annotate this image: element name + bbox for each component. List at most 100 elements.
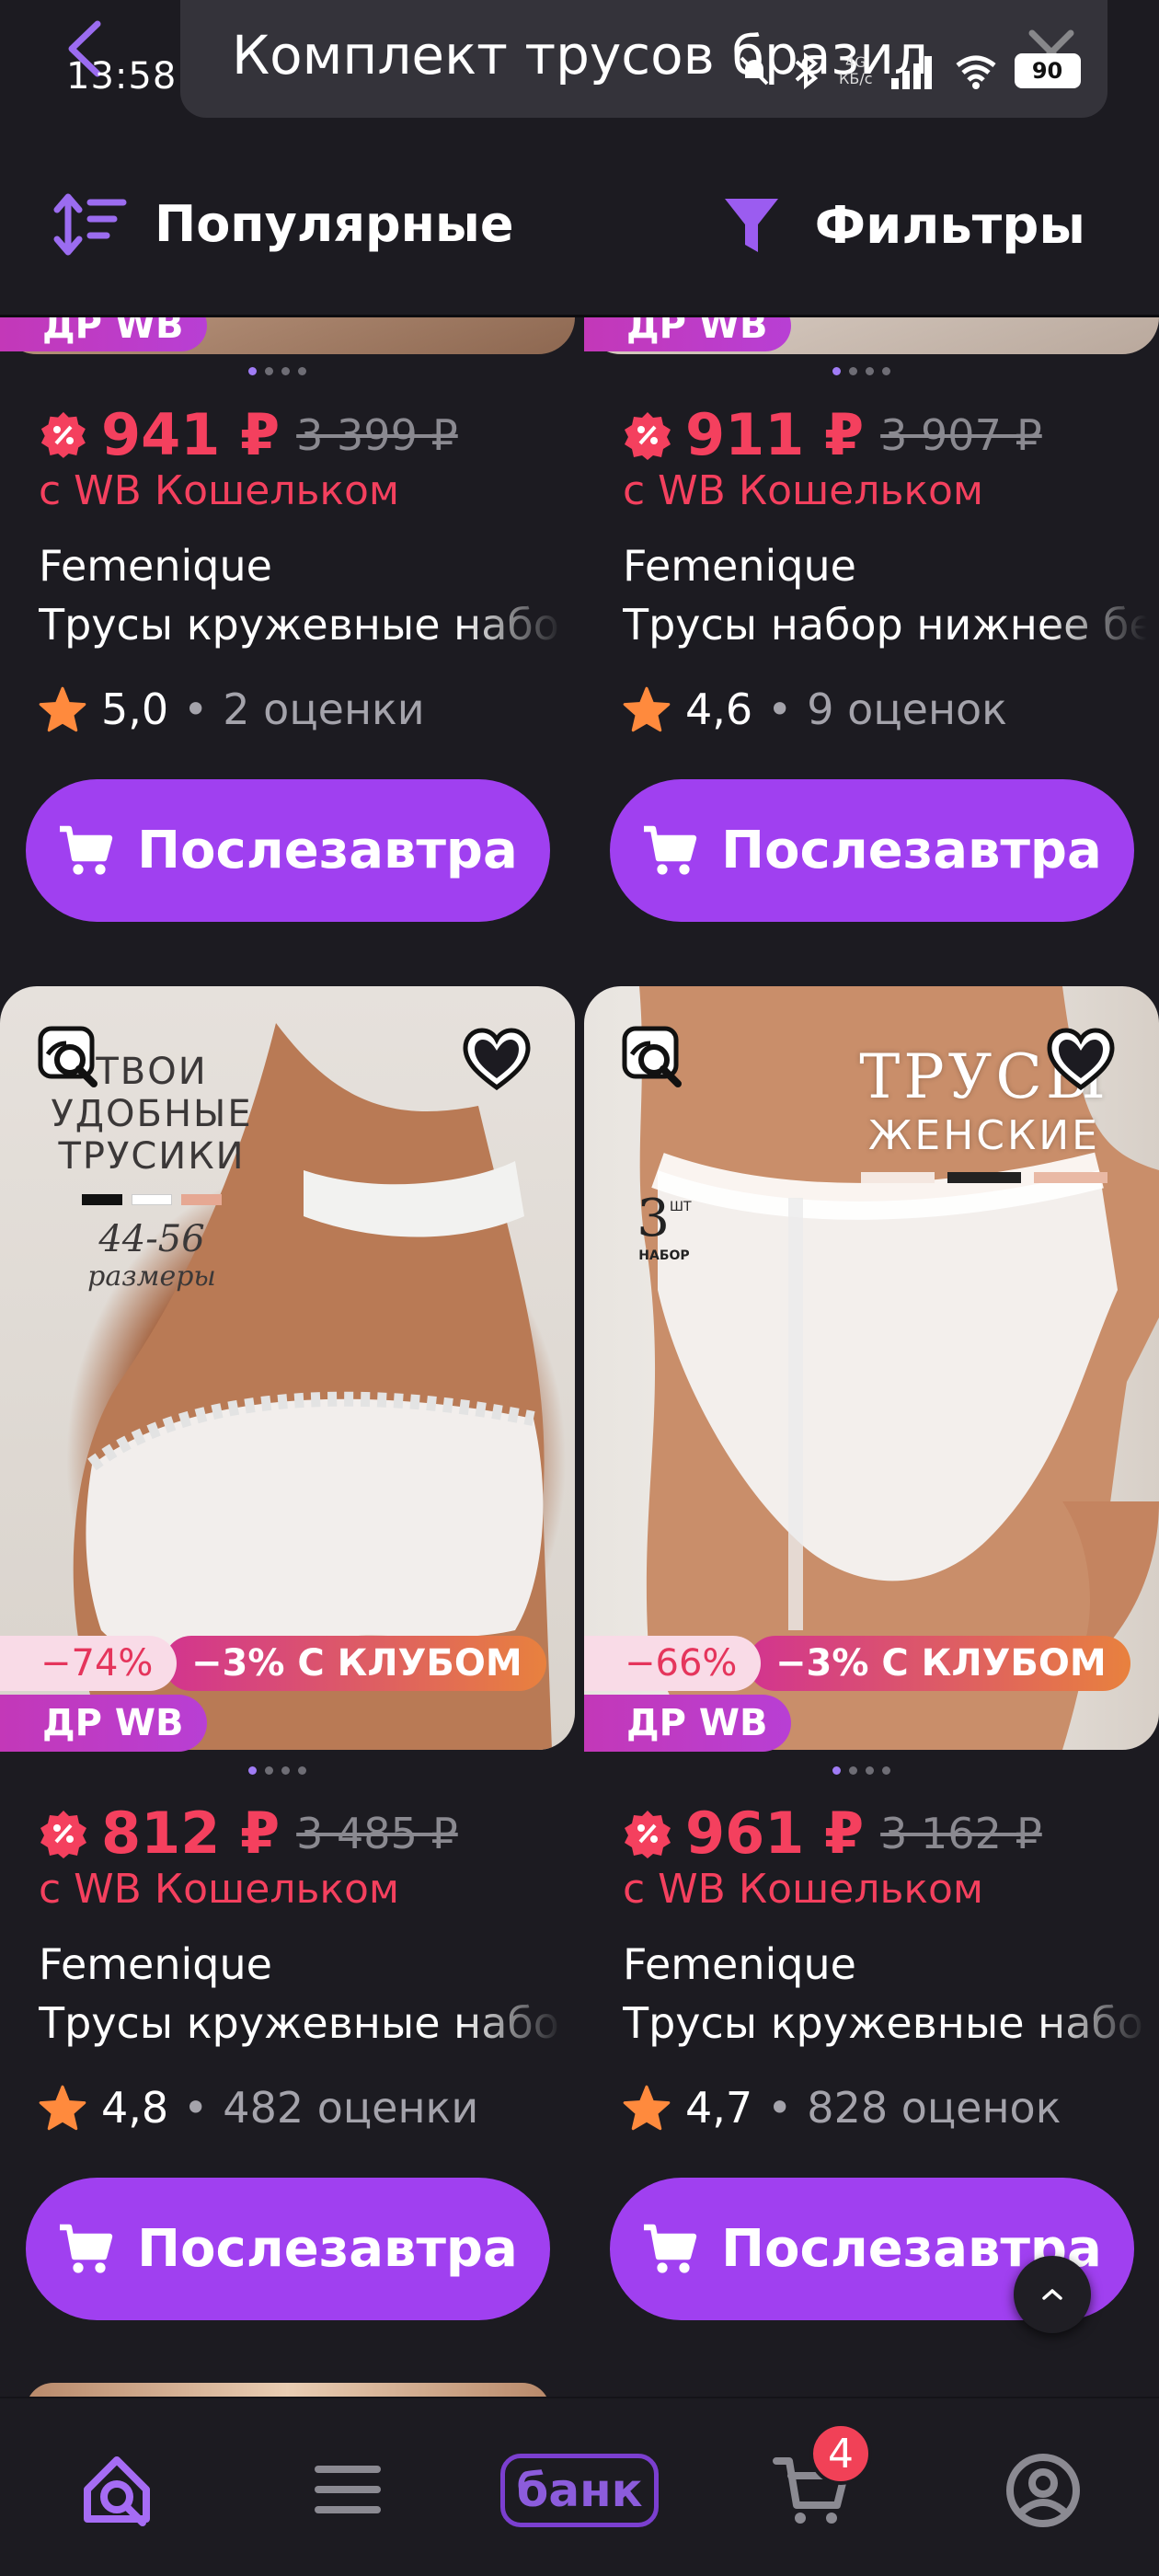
image-pager-dots xyxy=(248,1766,306,1775)
sort-icon xyxy=(53,193,127,256)
wallet-label: с WB Кошельком xyxy=(623,467,984,514)
sort-filter-bar: Популярные Фильтры xyxy=(0,175,1159,276)
old-price: 3 907 ₽ xyxy=(880,409,1042,460)
brand-name: Femenique xyxy=(623,1939,856,1989)
wallet-label: с WB Кошельком xyxy=(39,1866,400,1913)
product-card[interactable]: ТРУСЫ ЖЕНСКИЕ 3 ШТ НАБОР −66% −3% С КЛУБО… xyxy=(584,986,1159,1759)
price: 941 ₽ xyxy=(101,401,281,468)
product-title[interactable]: Трусы кружевные набор xyxy=(39,1998,563,2048)
star-icon xyxy=(39,2085,86,2131)
brand-name: Femenique xyxy=(623,541,856,591)
club-discount-badge: −3% С КЛУБОМ xyxy=(748,1636,1130,1691)
pack-count-caption: 3 ШТ НАБОР xyxy=(637,1189,692,1263)
wallet-label: с WB Кошельком xyxy=(39,467,400,514)
battery-indicator: 90 xyxy=(1014,53,1081,88)
dr-wb-badge: ДР WB xyxy=(0,1695,208,1752)
nav-profile[interactable] xyxy=(997,2444,1089,2536)
rating-row: 4,8 • 482 оценки xyxy=(39,2083,478,2133)
old-price: 3 399 ₽ xyxy=(296,409,458,460)
sort-button[interactable]: Популярные xyxy=(53,191,513,256)
old-price: 3 485 ₽ xyxy=(296,1808,458,1858)
image-pager-dots xyxy=(832,1766,890,1775)
bottom-navigation: банк 4 xyxy=(0,2397,1159,2576)
star-icon xyxy=(39,686,86,732)
add-to-cart-button[interactable]: Послезавтра xyxy=(610,779,1134,922)
review-count: 2 оценки xyxy=(223,684,425,734)
wifi-icon xyxy=(955,55,996,89)
cart-icon xyxy=(60,2224,113,2273)
product-title[interactable]: Трусы набор нижнее белье xyxy=(623,600,1147,650)
old-price: 3 162 ₽ xyxy=(880,1808,1042,1858)
menu-icon xyxy=(315,2466,381,2513)
star-icon xyxy=(623,686,671,732)
sort-label: Популярные xyxy=(155,194,514,253)
image-pager-dots xyxy=(832,367,890,375)
system-icons: 4G КБ/с 90 xyxy=(736,48,1081,94)
add-to-cart-button[interactable]: Послезавтра xyxy=(26,779,550,922)
product-card[interactable]: ТВОИ УДОБНЫЕ ТРУСИКИ 44-56 размеры −74% … xyxy=(0,986,575,1759)
nav-home[interactable] xyxy=(72,2444,164,2536)
visual-search-icon[interactable] xyxy=(621,1025,691,1095)
cart-icon xyxy=(644,825,697,875)
brand-name: Femenique xyxy=(39,1939,272,1989)
cart-icon xyxy=(644,2224,697,2273)
rating-row: 4,6 • 9 оценок xyxy=(623,684,1007,734)
nav-catalog[interactable] xyxy=(302,2444,394,2536)
profile-icon xyxy=(1006,2454,1080,2527)
price-row: 941 ₽ 3 399 ₽ xyxy=(39,401,458,468)
header-divider xyxy=(0,315,1159,317)
rating-row: 5,0 • 2 оценки xyxy=(39,684,425,734)
rating-value: 4,7 xyxy=(685,2083,753,2133)
favorite-heart-icon[interactable] xyxy=(462,1027,532,1097)
scroll-to-top-button[interactable] xyxy=(1014,2256,1091,2333)
product-title[interactable]: Трусы кружевные набор xyxy=(39,600,563,650)
brand-name: Femenique xyxy=(39,541,272,591)
image-pager-dots xyxy=(248,367,306,375)
price-row: 911 ₽ 3 907 ₽ xyxy=(623,401,1042,468)
price-row: 812 ₽ 3 485 ₽ xyxy=(39,1800,458,1867)
product-title[interactable]: Трусы кружевные набор xyxy=(623,1998,1147,2048)
sale-badge-icon xyxy=(40,411,86,458)
rating-value: 5,0 xyxy=(101,684,169,734)
app-header: 13:58 Комплект трусов бразил 4G КБ/с 90 … xyxy=(0,0,1159,317)
chevron-up-icon xyxy=(1042,2289,1062,2300)
signal-icon xyxy=(890,56,932,89)
status-time: 13:58 xyxy=(66,55,178,98)
star-icon xyxy=(623,2085,671,2131)
price: 911 ₽ xyxy=(685,401,865,468)
filter-funnel-icon xyxy=(724,199,778,252)
rating-row: 4,7 • 828 оценок xyxy=(623,2083,1061,2133)
visual-search-icon[interactable] xyxy=(37,1025,107,1095)
dr-wb-badge: ДР WB xyxy=(584,1695,792,1752)
status-bar: 13:58 Комплект трусов бразил 4G КБ/с 90 xyxy=(0,0,1159,138)
review-count: 828 оценок xyxy=(807,2083,1061,2133)
bluetooth-icon xyxy=(795,52,819,89)
add-to-cart-button[interactable]: Послезавтра xyxy=(26,2178,550,2320)
sale-badge-icon xyxy=(625,411,671,460)
cart-icon xyxy=(60,825,113,875)
filter-button[interactable]: Фильтры xyxy=(721,193,1085,258)
price-row: 961 ₽ 3 162 ₽ xyxy=(623,1800,1042,1867)
sale-badge-icon xyxy=(625,1810,671,1858)
cart-count-badge: 4 xyxy=(809,2422,872,2485)
discount-badge: −66% xyxy=(584,1636,762,1691)
nav-bank[interactable]: банк xyxy=(499,2444,660,2536)
home-search-icon xyxy=(84,2456,150,2526)
club-discount-badge: −3% С КЛУБОМ xyxy=(164,1636,546,1691)
network-speed: 4G КБ/с xyxy=(839,53,873,87)
delivery-label: Послезавтра xyxy=(137,821,518,880)
price: 961 ₽ xyxy=(685,1800,865,1867)
review-count: 9 оценок xyxy=(807,684,1007,734)
rating-value: 4,8 xyxy=(101,2083,169,2133)
rating-value: 4,6 xyxy=(685,684,753,734)
favorite-heart-icon[interactable] xyxy=(1046,1027,1116,1097)
product-grid: ДР WB 941 ₽ 3 399 ₽ с WB Кошельком Femen… xyxy=(0,0,1159,2576)
filter-label: Фильтры xyxy=(814,195,1085,256)
bank-label: банк xyxy=(500,2454,659,2527)
review-count: 482 оценки xyxy=(223,2083,479,2133)
price: 812 ₽ xyxy=(101,1800,281,1867)
delivery-label: Послезавтра xyxy=(137,2219,518,2279)
discount-badge: −74% xyxy=(0,1636,178,1691)
wallet-label: с WB Кошельком xyxy=(623,1866,984,1913)
sale-badge-icon xyxy=(40,1810,86,1858)
